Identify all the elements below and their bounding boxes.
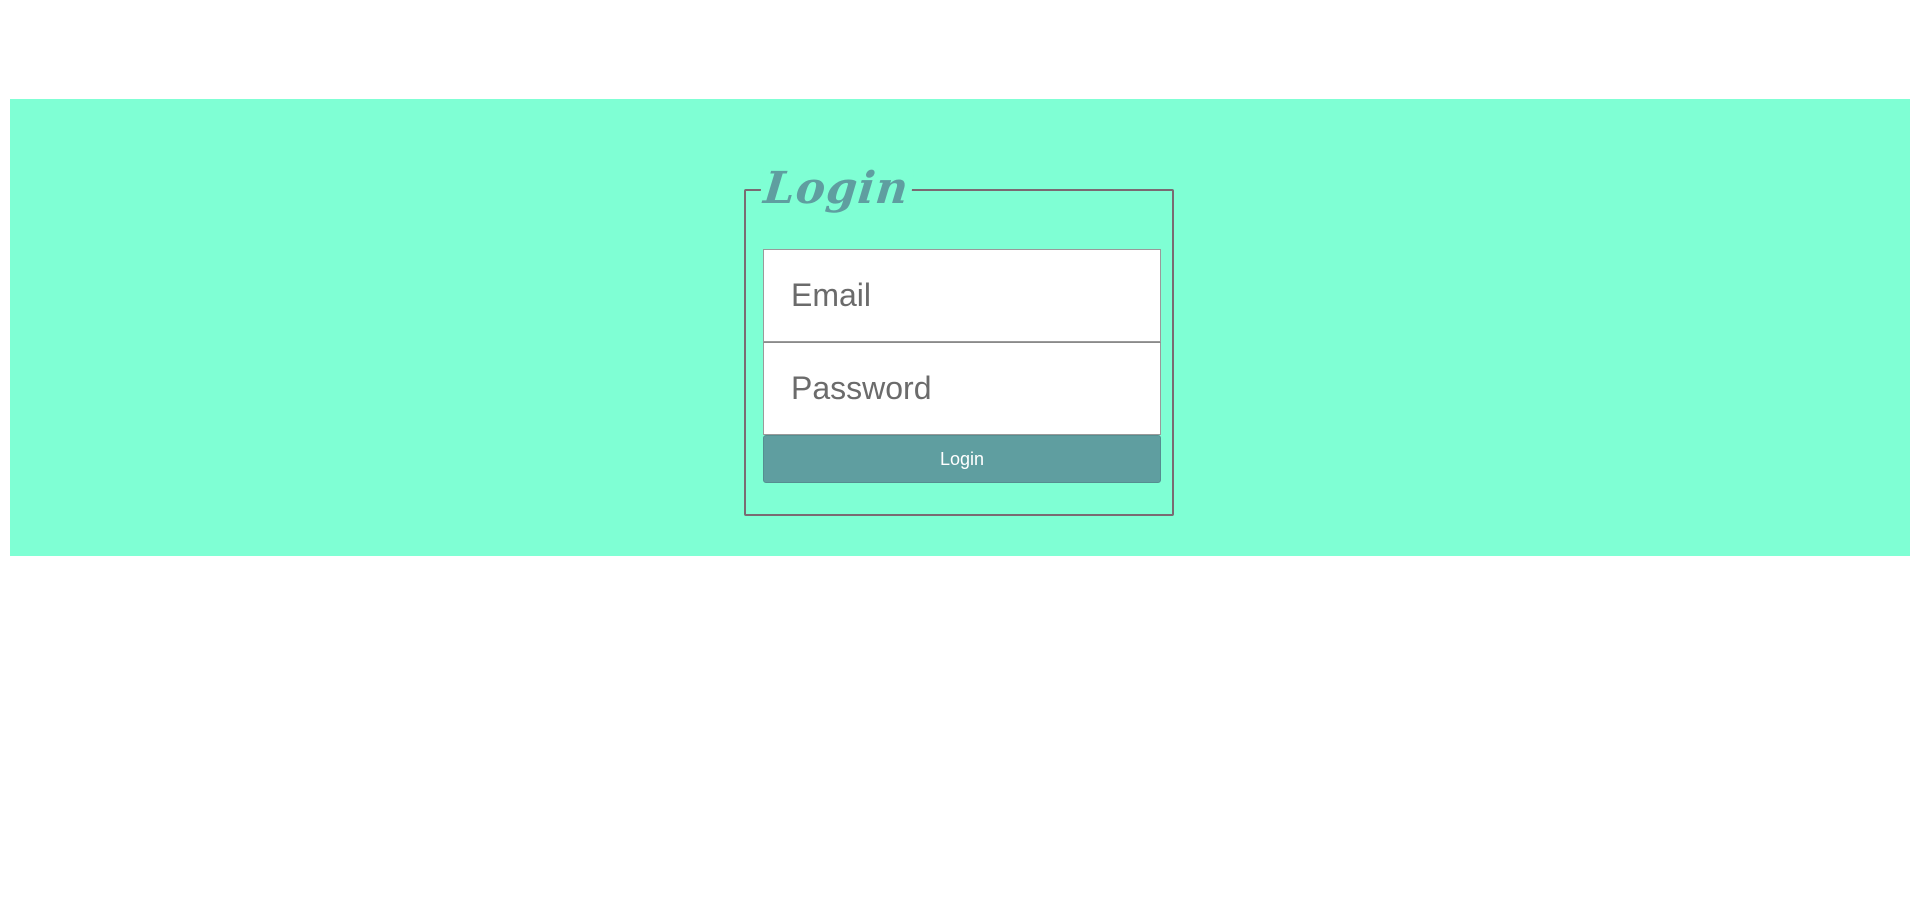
password-field[interactable]: Password [763,342,1161,435]
login-legend: Login [758,163,915,214]
login-banner: Login Email Password Login [10,99,1910,556]
login-button[interactable]: Login [763,435,1161,483]
email-field[interactable]: Email [763,249,1161,342]
page: Login Email Password Login [0,0,1920,921]
email-placeholder: Email [791,277,872,313]
login-fieldset: Login Email Password Login [744,163,1174,516]
password-placeholder: Password [791,370,932,406]
